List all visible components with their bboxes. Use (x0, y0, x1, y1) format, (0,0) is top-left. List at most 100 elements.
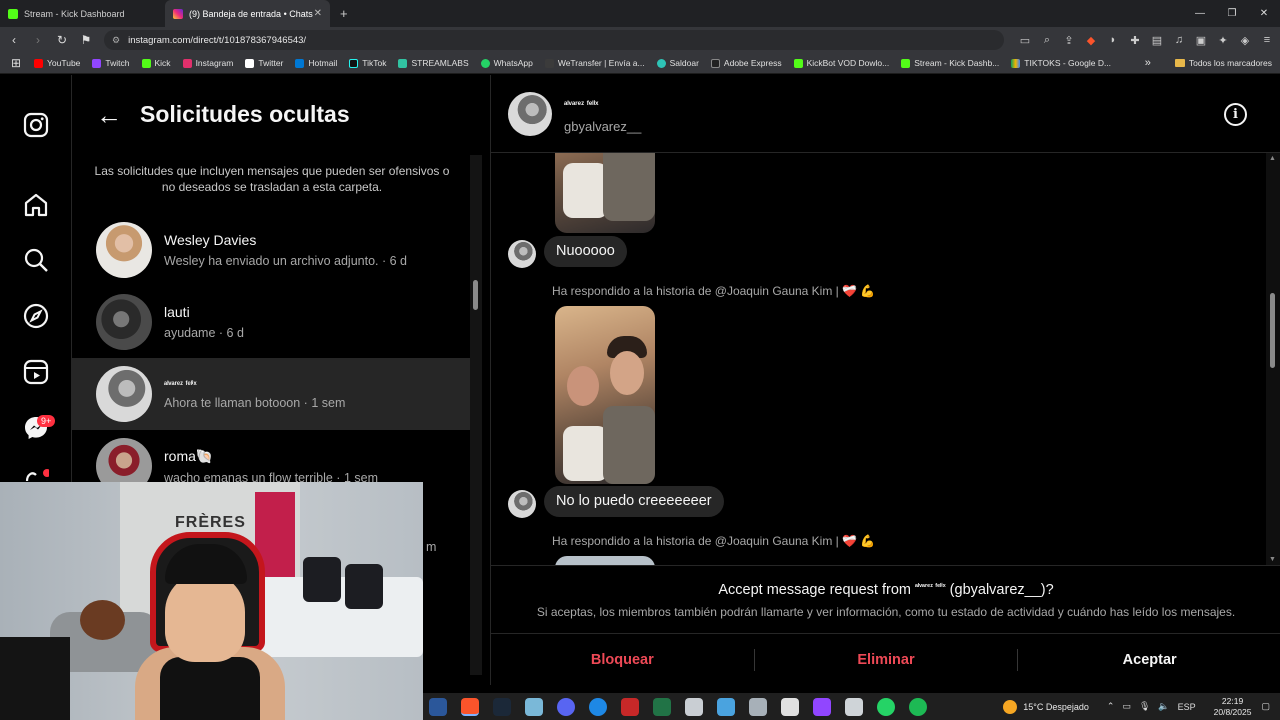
chat-display-name[interactable]: ᵃˡᵛᵃʳᵉᶻ ᶠᵉˡⁱˣ (564, 99, 598, 110)
sender-avatar[interactable] (508, 490, 536, 518)
bookmark-twitch[interactable]: Twitch (92, 58, 130, 68)
instagram-logo-icon[interactable] (22, 111, 50, 139)
bookmark-hotmail[interactable]: Hotmail (295, 58, 337, 68)
home-icon[interactable] (22, 191, 50, 219)
minimize-button[interactable]: — (1184, 0, 1216, 27)
bookmark-kick[interactable]: Kick (141, 58, 171, 68)
brave-browser-icon[interactable] (461, 697, 479, 716)
bookmarks-overflow[interactable]: » (1145, 57, 1151, 69)
conversation-item-selected[interactable]: ᵃˡᵛᵃʳᵉᶻ ᶠᵉˡⁱˣ Ahora te llaman botooon · … (72, 358, 470, 430)
sidebar-icon[interactable]: ▤ (1150, 34, 1164, 47)
spotify-icon[interactable] (909, 697, 927, 716)
wallet-icon[interactable]: ▣ (1194, 34, 1208, 47)
delete-button[interactable]: Eliminar (755, 652, 1018, 668)
back-arrow-icon[interactable]: ← (96, 102, 122, 128)
language-indicator[interactable]: ESP (1178, 702, 1196, 712)
bookmark-instagram[interactable]: Instagram (182, 58, 233, 68)
bookmark-icon[interactable]: ⚑ (76, 33, 96, 47)
sender-avatar[interactable] (508, 240, 536, 268)
all-bookmarks[interactable]: » Todos los marcadores (1145, 57, 1272, 69)
chevron-up-icon[interactable]: ⌃ (1107, 701, 1115, 712)
tab-kick-dashboard[interactable]: Stream - Kick Dashboard (0, 0, 165, 27)
brave-shields-icon[interactable]: ◆ (1084, 34, 1098, 47)
conversation-item[interactable]: Wesley Davies Wesley ha enviado un archi… (72, 214, 470, 286)
extension-icon[interactable]: ◗ (1106, 34, 1120, 46)
explore-icon[interactable] (22, 302, 50, 330)
new-tab-button[interactable]: + (340, 6, 348, 21)
message-bubble[interactable]: No lo puedo creeeeeeer (544, 486, 724, 517)
list-scrollbar[interactable] (470, 155, 482, 675)
bookmark-tiktok[interactable]: TikTok (349, 58, 386, 68)
conversation-item[interactable]: lauti ayudame · 6 d (72, 286, 470, 358)
apps-icon[interactable]: ⊞ (6, 56, 26, 70)
clock-date: 20/8/2025 (1213, 706, 1252, 717)
bookmark-youtube[interactable]: YouTube (34, 58, 80, 68)
app-icon[interactable] (717, 697, 735, 716)
forward-icon[interactable]: › (28, 33, 48, 47)
url-field[interactable]: ⚙ instagram.com/direct/t/101878367946543… (104, 30, 1004, 50)
network-icon[interactable]: ▭ (1122, 701, 1131, 712)
capcut-editor-icon[interactable] (781, 697, 799, 716)
list-scroll-thumb[interactable] (473, 280, 478, 310)
bookmark-tiktoks-drive[interactable]: TIKTOKS - Google D... (1011, 58, 1111, 68)
bookmark-kickbot[interactable]: KickBot VOD Dowlo... (793, 58, 889, 68)
close-tab-icon[interactable]: ✕ (314, 8, 322, 19)
story-reply-image[interactable] (555, 153, 655, 233)
vpn-icon[interactable]: ◈ (1238, 34, 1252, 47)
notification-icon[interactable]: ▢ (1261, 701, 1270, 712)
scroll-up-icon[interactable]: ▲ (1269, 155, 1276, 162)
twitch-studio-icon[interactable] (813, 697, 831, 716)
close-window-button[interactable]: ✕ (1248, 0, 1280, 27)
menu-icon[interactable]: ≡ (1260, 34, 1274, 46)
app-icon[interactable] (845, 697, 863, 716)
voice-changer-icon[interactable] (621, 697, 639, 716)
search-icon[interactable] (22, 246, 50, 274)
clock[interactable]: 22:19 20/8/2025 (1214, 696, 1252, 718)
app-icon[interactable] (685, 697, 703, 716)
notifications-icon[interactable] (22, 469, 50, 481)
chat-avatar[interactable] (508, 92, 552, 136)
weather-widget[interactable]: 15°C Despejado (1003, 699, 1089, 714)
chat-scroll-thumb[interactable] (1270, 293, 1275, 368)
kick-icon (8, 8, 18, 19)
info-icon[interactable]: i (1224, 103, 1247, 126)
story-reply-image[interactable] (555, 556, 655, 565)
tab-instagram-chats[interactable]: (9) Bandeja de entrada • Chats ✕ (165, 0, 330, 27)
share-icon[interactable]: ⇪ (1062, 34, 1076, 47)
excel-icon[interactable] (653, 697, 671, 716)
accept-button[interactable]: Aceptar (1018, 652, 1280, 668)
chat-username[interactable]: gbyalvarez__ (564, 119, 641, 134)
steam-icon[interactable] (493, 697, 511, 716)
app-icon[interactable] (749, 697, 767, 716)
site-info-icon[interactable]: ⚙ (112, 35, 120, 46)
leo-icon[interactable]: ✦ (1216, 34, 1230, 47)
whatsapp-icon[interactable] (877, 697, 895, 716)
scroll-down-icon[interactable]: ▼ (1269, 556, 1276, 563)
chat-scrollbar[interactable]: ▲ ▼ (1266, 153, 1280, 565)
reels-icon[interactable] (22, 358, 50, 386)
bookmark-streamlabs[interactable]: STREAMLABS (398, 58, 469, 68)
cast-icon[interactable]: ▭ (1018, 34, 1032, 47)
puzzle-icon[interactable]: ✚ (1128, 34, 1142, 47)
back-icon[interactable]: ‹ (4, 33, 24, 47)
bookmark-kick-dashboard[interactable]: Stream - Kick Dashb... (901, 58, 999, 68)
media-icon[interactable]: ♫ (1172, 34, 1186, 46)
restore-button[interactable]: ❐ (1216, 0, 1248, 27)
bookmark-adobe-express[interactable]: Adobe Express (710, 58, 782, 68)
story-reply-image[interactable] (555, 306, 655, 484)
bookmark-wetransfer[interactable]: WeTransfer | Envía a... (544, 58, 645, 68)
block-button[interactable]: Bloquear (491, 652, 754, 668)
zoom-icon[interactable]: ⌕ (1040, 34, 1054, 47)
discord-icon[interactable] (557, 697, 575, 716)
bookmark-twitter[interactable]: Twitter (245, 58, 283, 68)
word-icon[interactable] (429, 697, 447, 716)
reload-icon[interactable]: ↻ (52, 33, 72, 47)
microphone-icon[interactable]: 🎙 (1139, 701, 1150, 712)
bookmark-saldoar[interactable]: Saldoar (656, 58, 699, 68)
files-icon[interactable] (525, 697, 543, 716)
message-bubble[interactable]: Nuooooo (544, 236, 627, 267)
capcut-icon[interactable] (589, 697, 607, 716)
bookmark-whatsapp[interactable]: WhatsApp (480, 58, 533, 68)
request-actions: Bloquear Eliminar Aceptar (491, 633, 1280, 685)
volume-icon[interactable]: 🔈 (1158, 701, 1169, 712)
